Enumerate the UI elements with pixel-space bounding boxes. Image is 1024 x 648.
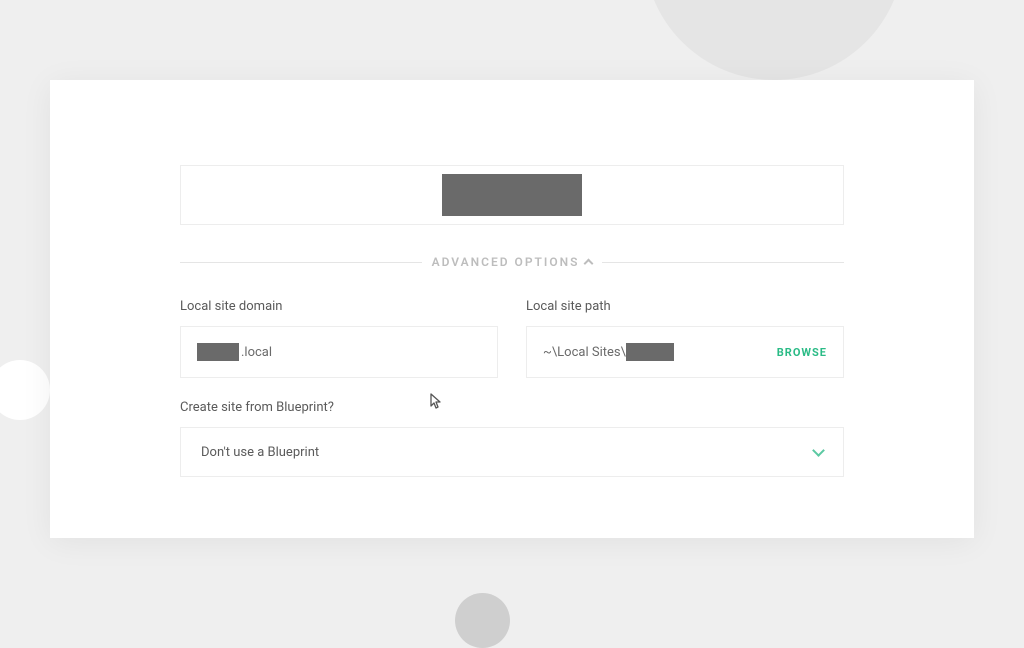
path-suffix-redacted <box>626 343 674 361</box>
site-name-redacted <box>442 174 582 216</box>
domain-prefix-redacted <box>197 343 239 361</box>
blueprint-label: Create site from Blueprint? <box>180 400 844 415</box>
background-circle-decor <box>644 0 904 80</box>
divider <box>602 262 844 263</box>
local-path-label: Local site path <box>526 299 844 314</box>
local-domain-label: Local site domain <box>180 299 498 314</box>
chevron-down-icon <box>812 444 825 457</box>
blueprint-selected-value: Don't use a Blueprint <box>201 445 319 460</box>
divider <box>180 262 422 263</box>
blueprint-select[interactable]: Don't use a Blueprint <box>180 427 844 477</box>
local-domain-input[interactable]: .local <box>180 326 498 378</box>
browse-button[interactable]: BROWSE <box>777 346 827 359</box>
fields-row: Local site domain .local Local site path… <box>180 299 844 378</box>
chevron-up-icon <box>584 258 594 268</box>
advanced-options-toggle[interactable]: ADVANCED OPTIONS <box>180 255 844 269</box>
create-site-panel: ADVANCED OPTIONS Local site domain .loca… <box>50 80 974 538</box>
background-circle-decor <box>455 593 510 648</box>
background-circle-decor <box>0 360 50 420</box>
path-prefix: ~\Local Sites\ <box>543 345 626 360</box>
advanced-options-label: ADVANCED OPTIONS <box>432 255 580 269</box>
domain-suffix: .local <box>241 345 272 360</box>
site-name-input[interactable] <box>180 165 844 225</box>
local-path-input[interactable]: ~\Local Sites\ BROWSE <box>526 326 844 378</box>
